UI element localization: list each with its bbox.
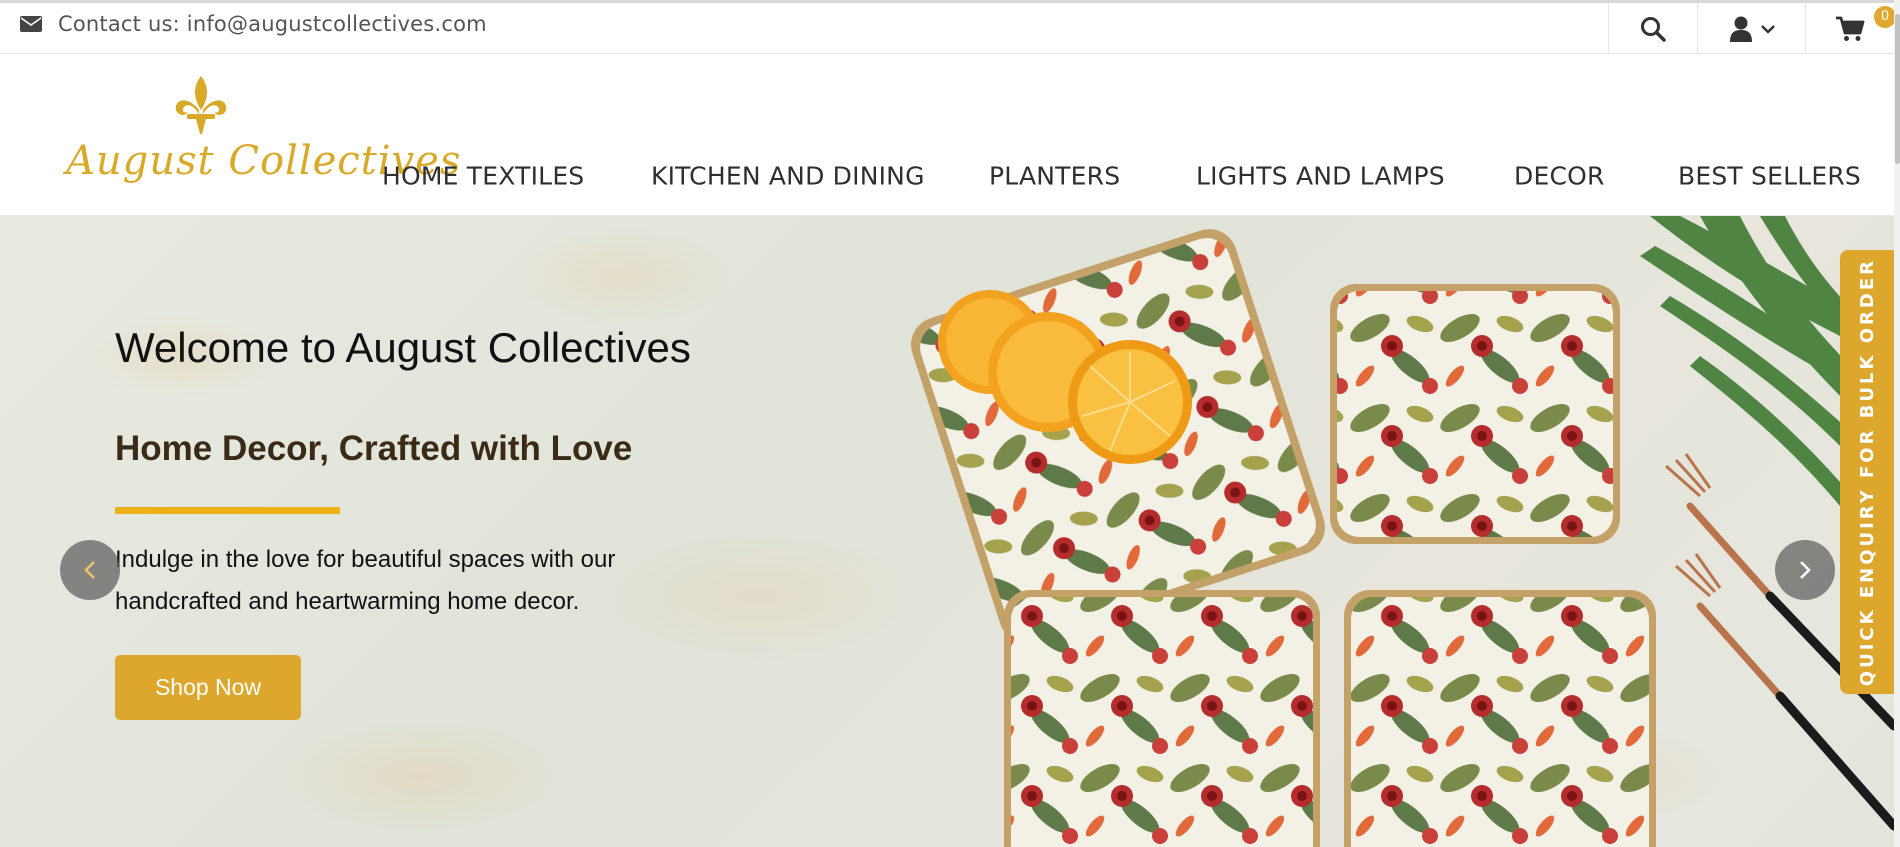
chevron-down-icon: [1760, 24, 1775, 34]
mail-icon: [20, 16, 42, 32]
brand-logo[interactable]: August Collectives: [66, 74, 462, 199]
nav-item-best-sellers[interactable]: BEST SELLERS: [1678, 162, 1861, 191]
hero-tagline: Home Decor, Crafted with Love: [115, 429, 633, 468]
quick-enquiry-tab[interactable]: QUICK ENQUIRY FOR BULK ORDER: [1840, 250, 1894, 694]
hero-description: Indulge in the love for beautiful spaces…: [115, 546, 616, 615]
carousel-prev-button[interactable]: [60, 540, 120, 600]
nav-item-kitchen-and-dining[interactable]: KITCHEN AND DINING: [651, 162, 925, 191]
contact-info[interactable]: Contact us: info@augustcollectives.com: [20, 9, 487, 39]
shop-now-button[interactable]: Shop Now: [115, 655, 301, 720]
chevron-left-icon: [84, 561, 95, 579]
nav-item-lights-and-lamps[interactable]: LIGHTS AND LAMPS: [1196, 162, 1445, 191]
fleur-de-lis-icon: [175, 76, 227, 134]
hero-banner: Welcome to August Collectives Home Decor…: [0, 216, 1894, 847]
cart-icon: [1836, 16, 1865, 41]
carousel-next-button[interactable]: [1775, 540, 1835, 600]
nav-item-planters[interactable]: PLANTERS: [989, 162, 1120, 191]
accent-divider: [115, 507, 340, 514]
nav-item-decor[interactable]: DECOR: [1514, 162, 1605, 191]
scrollbar-thumb[interactable]: [1895, 14, 1900, 164]
nav-item-home-textiles[interactable]: HOME TEXTILES: [382, 162, 584, 191]
user-icon: [1729, 16, 1752, 42]
search-button[interactable]: [1608, 3, 1697, 54]
account-menu-button[interactable]: [1697, 3, 1805, 54]
page: Contact us: info@augustcollectives.com 0…: [0, 0, 1894, 847]
site-header: August Collectives HOME TEXTILES KITCHEN…: [0, 54, 1894, 216]
hero-product-image: [911, 216, 1894, 847]
brand-wordmark: August Collectives: [66, 138, 462, 184]
search-icon: [1641, 16, 1666, 42]
quick-enquiry-label: QUICK ENQUIRY FOR BULK ORDER: [1856, 257, 1878, 687]
hero-welcome-heading: Welcome to August Collectives: [115, 324, 691, 371]
cart-count-badge: 0: [1874, 6, 1894, 28]
top-bar: Contact us: info@augustcollectives.com: [0, 0, 1894, 54]
chevron-right-icon: [1800, 561, 1811, 579]
contact-label: Contact us: info@augustcollectives.com: [58, 12, 487, 36]
